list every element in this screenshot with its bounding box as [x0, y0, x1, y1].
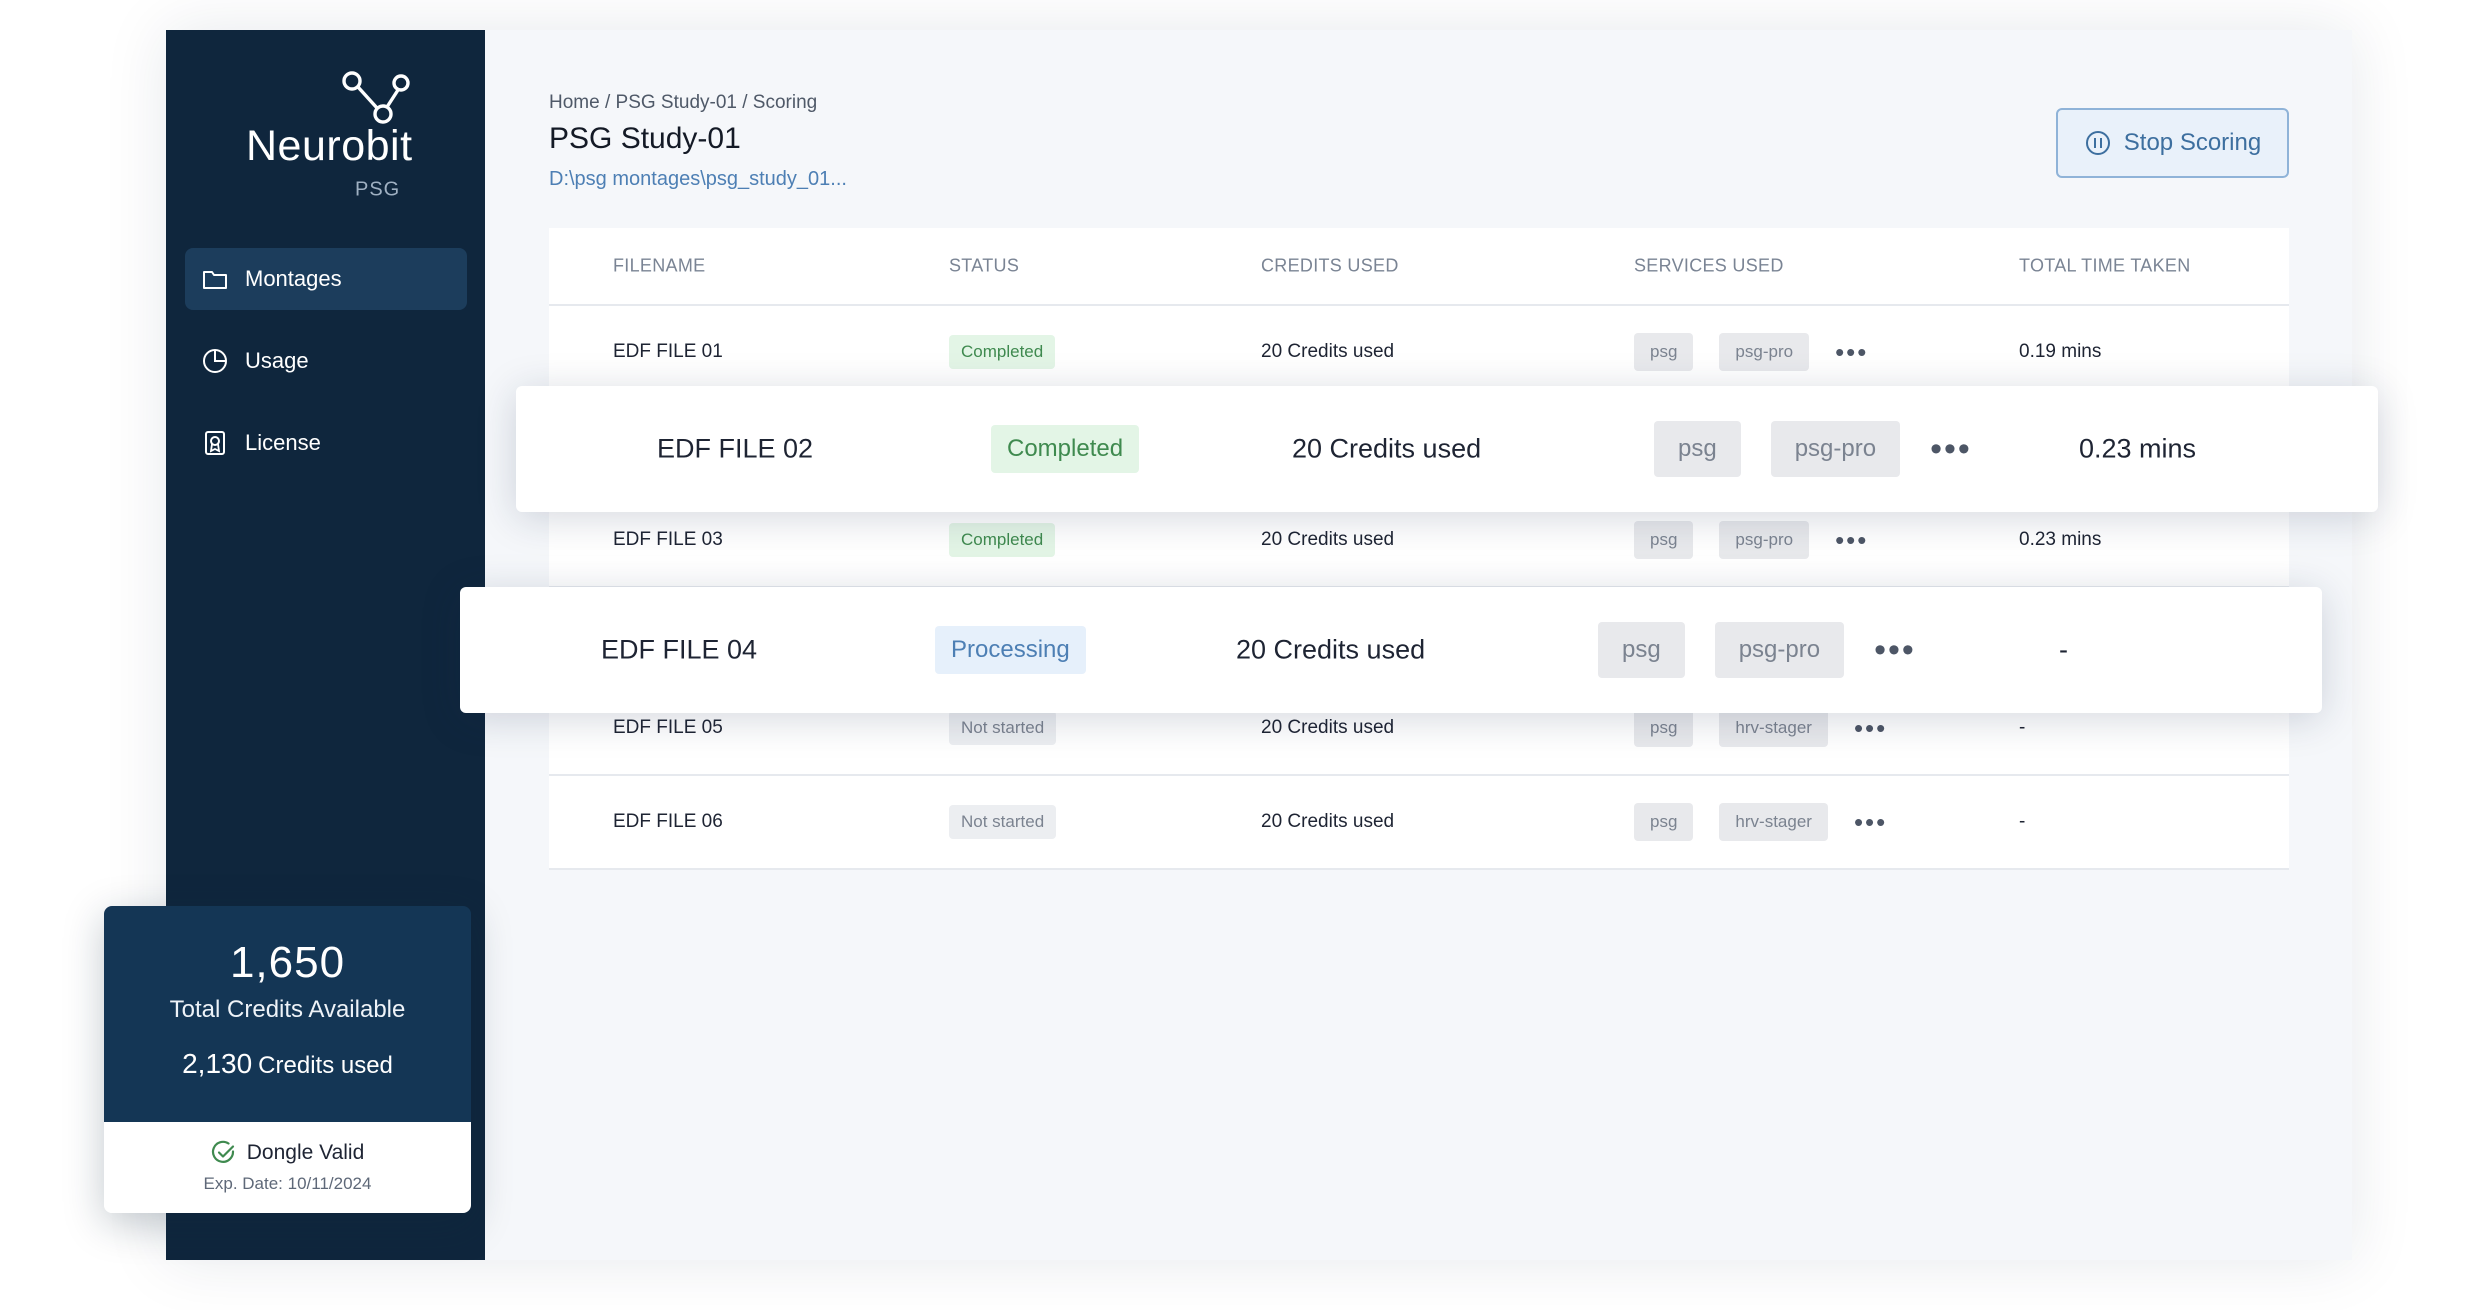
service-tag: psg-pro [1719, 521, 1810, 559]
column-header: CREDITS USED [1261, 255, 1399, 276]
service-tag: psg [1598, 622, 1685, 678]
sidebar-nav: Montages Usage License [185, 248, 467, 494]
service-tag: hrv-stager [1719, 803, 1828, 841]
status-badge: Completed [949, 335, 1056, 369]
time-taken: 0.23 mins [2019, 529, 2102, 550]
status-badge: Processing [935, 626, 1086, 674]
status-badge: Completed [991, 425, 1140, 473]
highlighted-row-file-02[interactable]: EDF FILE 02 Completed 20 Credits used ps… [516, 386, 2378, 512]
filename: EDF FILE 02 [657, 433, 814, 464]
brand-name: Neurobit [246, 122, 413, 170]
credits-panel: 1,650 Total Credits Available 2,130 Credi… [104, 906, 471, 1122]
status-badge: Completed [949, 523, 1056, 557]
table-row[interactable]: EDF FILE 06 Not started 20 Credits used … [549, 776, 2289, 870]
filename: EDF FILE 01 [613, 341, 723, 362]
dongle-label: Dongle Valid [246, 1141, 365, 1164]
brand-sub: PSG [355, 178, 401, 201]
pie-chart-icon [203, 349, 227, 373]
more-options-icon[interactable]: ••• [1930, 432, 1972, 466]
breadcrumb[interactable]: Home / PSG Study-01 / Scoring [549, 92, 817, 114]
column-header: STATUS [949, 255, 1020, 276]
pause-icon [2085, 131, 2110, 155]
filename: EDF FILE 06 [613, 811, 723, 832]
service-tag: psg-pro [1714, 622, 1845, 678]
time-taken: - [2019, 717, 2026, 738]
time-taken: - [2059, 634, 2068, 665]
credits-used-label: Credits used [258, 1052, 393, 1079]
dongle-status: Dongle Valid Exp. Date: 10/11/2024 [104, 1122, 471, 1213]
service-tag: psg [1634, 709, 1694, 747]
check-circle-icon [211, 1140, 234, 1163]
sidebar-item-label: License [245, 430, 321, 455]
credits-used: 20 Credits used [1236, 634, 1426, 665]
credits-used: 20 Credits used [1292, 433, 1482, 464]
service-tag: psg-pro [1719, 333, 1810, 371]
brand-logo: Neurobit PSG [246, 70, 426, 201]
credits-used: 20 Credits used [1261, 341, 1395, 362]
status-badge: Not started [949, 711, 1057, 745]
table-header: FILENAME STATUS CREDITS USED SERVICES US… [549, 228, 2289, 306]
credits-used: 20 Credits used [1261, 811, 1395, 832]
total-credits-label: Total Credits Available [169, 996, 406, 1023]
time-taken: - [2019, 811, 2026, 832]
credits-used: 20 Credits used [1261, 717, 1395, 738]
time-taken: 0.23 mins [2079, 433, 2197, 464]
more-options-icon[interactable]: ••• [1854, 809, 1887, 835]
column-header: TOTAL TIME TAKEN [2019, 255, 2191, 276]
service-tag: psg [1634, 521, 1694, 559]
page-title: PSG Study-01 [549, 122, 741, 155]
more-options-icon[interactable]: ••• [1835, 527, 1868, 553]
column-header: SERVICES USED [1634, 255, 1784, 276]
filename: EDF FILE 03 [613, 529, 723, 550]
stop-scoring-button[interactable]: Stop Scoring [2056, 108, 2289, 178]
service-tag: hrv-stager [1719, 709, 1828, 747]
more-options-icon[interactable]: ••• [1874, 633, 1916, 667]
status-badge: Not started [949, 805, 1057, 839]
files-table: FILENAME STATUS CREDITS USED SERVICES US… [549, 228, 2289, 870]
column-header: FILENAME [613, 255, 706, 276]
more-options-icon[interactable]: ••• [1835, 339, 1868, 365]
sidebar-item-label: Montages [245, 266, 342, 291]
filename: EDF FILE 05 [613, 717, 723, 738]
filename: EDF FILE 04 [601, 634, 758, 665]
stop-scoring-label: Stop Scoring [2123, 129, 2262, 156]
file-path-link[interactable]: D:\psg montages\psg_study_01... [549, 168, 847, 191]
total-credits-value: 1,650 [229, 938, 346, 987]
highlighted-row-file-04[interactable]: EDF FILE 04 Processing 20 Credits used p… [460, 587, 2322, 713]
license-icon [205, 431, 225, 455]
sidebar-item-label: Usage [245, 348, 309, 373]
credits-used: 20 Credits used [1261, 529, 1395, 550]
sidebar-item-license[interactable]: License [185, 412, 467, 474]
more-options-icon[interactable]: ••• [1854, 715, 1887, 741]
credits-used-summary: 2,130 Credits used [104, 1048, 471, 1080]
service-tag: psg [1634, 333, 1694, 371]
credits-used-value: 2,130 [182, 1048, 253, 1079]
folder-icon [203, 271, 227, 289]
dongle-valid-row: Dongle Valid [104, 1140, 471, 1166]
expiry-date: Exp. Date: 10/11/2024 [203, 1174, 372, 1193]
credits-summary-card: 1,650 Total Credits Available 2,130 Credi… [104, 906, 471, 1213]
service-tag: psg [1654, 421, 1741, 477]
service-tag: psg [1634, 803, 1694, 841]
time-taken: 0.19 mins [2019, 341, 2102, 362]
service-tag: psg-pro [1770, 421, 1901, 477]
sidebar-item-usage[interactable]: Usage [185, 330, 467, 392]
sidebar-item-montages[interactable]: Montages [185, 248, 467, 310]
